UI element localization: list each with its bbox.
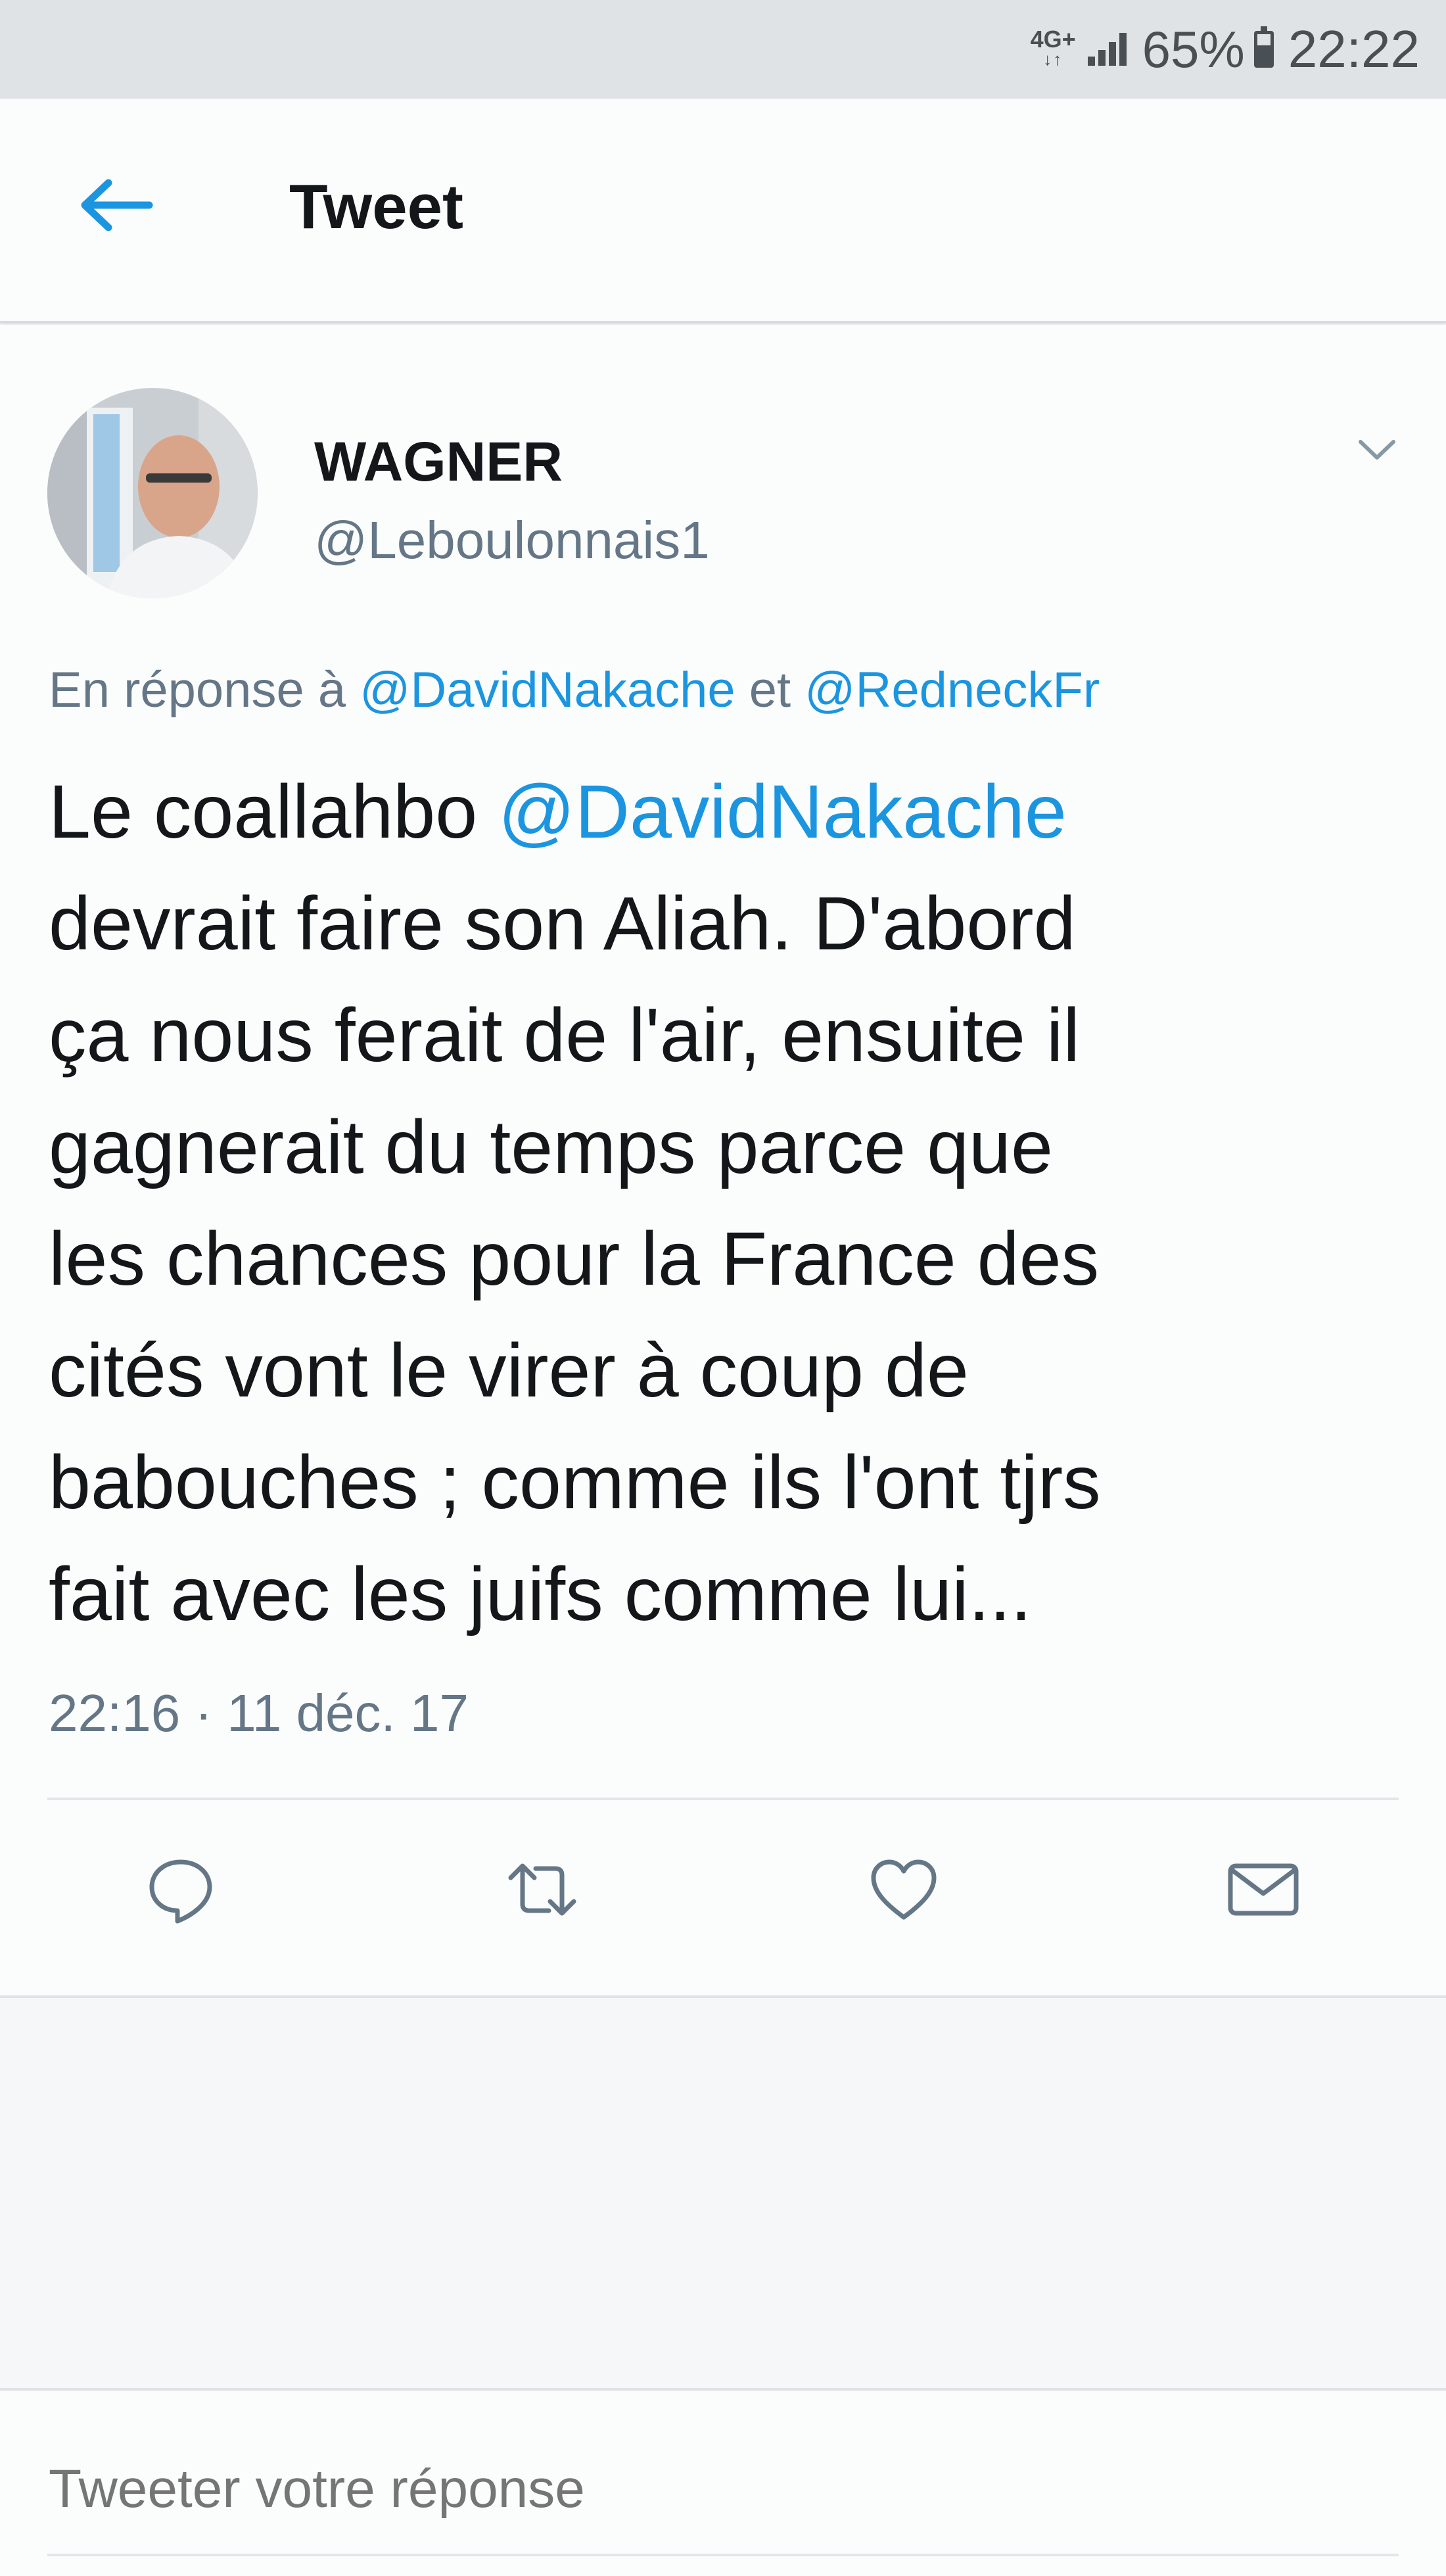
network-type: 4G+ — [1030, 26, 1076, 53]
author-handle[interactable]: @Leboulonnais1 — [314, 510, 710, 571]
battery-icon — [1253, 26, 1274, 68]
battery-percent: 65% — [1142, 20, 1245, 78]
avatar-image — [47, 388, 258, 598]
chevron-down-icon — [1359, 440, 1395, 460]
envelope-icon — [1228, 1863, 1299, 1916]
clock: 22:22 — [1288, 20, 1420, 78]
back-button[interactable] — [76, 172, 154, 238]
tweet-text-line: ça nous ferait de l'air, ensuite il — [49, 993, 1080, 1078]
reply-context-conjunction: et — [749, 662, 791, 718]
tweet-menu-button[interactable] — [1347, 430, 1407, 469]
network-indicator: 4G+ ↓↑ — [1031, 28, 1076, 70]
reply-input-underline — [47, 2554, 1399, 2556]
author-display-name[interactable]: WAGNER — [314, 430, 563, 494]
reply-composer — [0, 2388, 1446, 2576]
tweet-text: Le coallahbo @DavidNakache devrait faire… — [49, 756, 1409, 1650]
reply-context: En réponse à @DavidNakache et @RedneckFr — [49, 661, 1100, 719]
retweet-icon — [508, 1863, 576, 1916]
tweet-text-fragment: Le coallahbo — [49, 770, 478, 854]
tweet-text-line: babouches ; comme ils l'ont tjrs — [49, 1441, 1101, 1525]
mention-link[interactable]: @DavidNakache — [498, 770, 1067, 854]
arrow-left-icon — [81, 179, 153, 231]
direct-message-button[interactable] — [1224, 1850, 1303, 1929]
app-bar: Tweet — [0, 99, 1446, 323]
reply-icon — [149, 1859, 212, 1924]
like-button[interactable] — [864, 1850, 943, 1929]
page-title: Tweet — [289, 172, 463, 242]
tweet-text-line: fait avec les juifs comme lui... — [49, 1552, 1032, 1636]
like-icon — [871, 1859, 937, 1920]
reply-mention-link[interactable]: @RedneckFr — [805, 662, 1100, 718]
status-bar: 4G+ ↓↑ 65% 22:22 — [0, 0, 1446, 99]
reply-context-prefix: En réponse à — [49, 662, 346, 718]
tweet-timestamp: 22:16 · 11 déc. 17 — [49, 1684, 469, 1742]
tweet-text-line: gagnerait du temps parce que — [49, 1105, 1053, 1189]
retweet-button[interactable] — [503, 1850, 582, 1929]
tweet-text-line: cités vont le virer à coup de — [49, 1329, 969, 1413]
tweet-detail: WAGNER @Leboulonnais1 En réponse à @Davi… — [0, 325, 1446, 1998]
reply-mention-link[interactable]: @DavidNakache — [360, 662, 735, 718]
tweet-text-line: les chances pour la France des — [49, 1217, 1100, 1301]
tweet-text-line: devrait faire son Aliah. D'abord — [49, 882, 1076, 966]
avatar[interactable] — [47, 388, 258, 598]
reply-button[interactable] — [141, 1850, 220, 1929]
tweet-text-line: Le coallahbo @DavidNakache — [49, 756, 1409, 868]
signal-icon — [1087, 33, 1127, 66]
divider — [47, 1798, 1399, 1800]
reply-input[interactable] — [49, 2456, 1363, 2522]
